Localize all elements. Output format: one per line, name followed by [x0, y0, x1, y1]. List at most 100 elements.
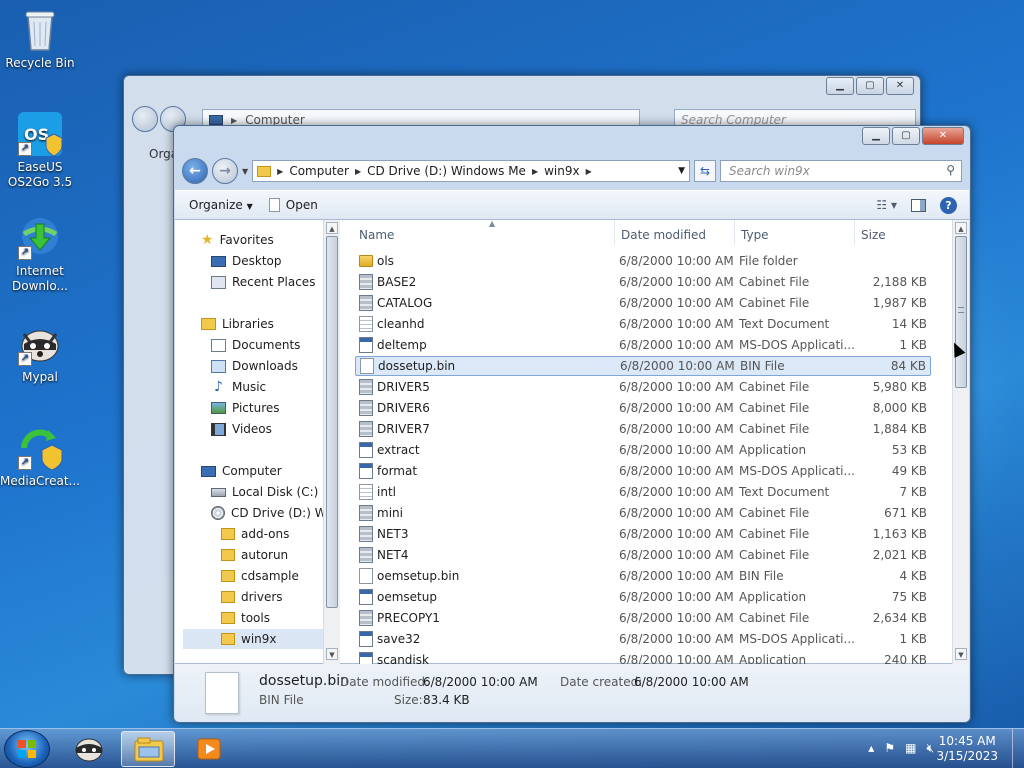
address-bar[interactable]: ▶ Computer ▶ CD Drive (D:) Windows Me ▶ … [252, 160, 690, 182]
open-button[interactable]: Open [268, 198, 318, 212]
file-row[interactable]: format 6/8/2000 10:00 AM MS-DOS Applicati.… [355, 461, 931, 481]
file-row[interactable]: DRIVER6 6/8/2000 10:00 AM Cabinet File 8,00… [355, 398, 931, 418]
address-dropdown-icon[interactable]: ▼ [678, 166, 689, 176]
file-row[interactable]: oemsetup 6/8/2000 10:00 AM Application 75 K… [355, 587, 931, 607]
file-row[interactable]: BASE2 6/8/2000 10:00 AM Cabinet File 2,188 … [355, 272, 931, 292]
clock[interactable]: 10:45 AM 3/15/2023 [936, 734, 998, 764]
file-row[interactable]: save32 6/8/2000 10:00 AM MS-DOS Applicati.… [355, 629, 931, 649]
preview-pane-icon[interactable] [911, 198, 926, 212]
address-segment-cd-drive[interactable]: CD Drive (D:) Windows Me [367, 164, 526, 178]
address-segment-computer[interactable]: Computer [289, 164, 349, 178]
file-row[interactable]: intl 6/8/2000 10:00 AM Text Document 7 KB [355, 482, 931, 502]
back-button[interactable]: ← [182, 158, 208, 184]
minimize-button[interactable]: ▁ [862, 127, 890, 145]
nav-item-folder[interactable]: autorun [221, 545, 288, 565]
column-header-name[interactable]: Name ▲ [353, 219, 615, 244]
maximize-button[interactable]: ▢ [856, 77, 884, 95]
nav-item-recent-places[interactable]: Recent Places [211, 272, 315, 292]
scroll-down-icon[interactable]: ▼ [326, 648, 338, 660]
nav-item-desktop[interactable]: Desktop [211, 251, 282, 271]
help-icon[interactable]: ? [940, 196, 957, 214]
videos-icon [211, 422, 226, 436]
nav-item-computer[interactable]: Computer [201, 461, 282, 481]
file-row[interactable]: deltemp 6/8/2000 10:00 AM MS-DOS Applicati… [355, 335, 931, 355]
scrollbar-thumb[interactable] [326, 236, 338, 608]
file-type: MS-DOS Applicati... [739, 464, 855, 478]
refresh-icon[interactable]: ⇆ [694, 160, 716, 182]
file-row[interactable]: NET3 6/8/2000 10:00 AM Cabinet File 1,163 K… [355, 524, 931, 544]
close-button[interactable]: ✕ [886, 77, 914, 95]
nav-item-documents[interactable]: Documents [211, 335, 300, 355]
action-center-flag-icon[interactable]: ⚑ [884, 741, 895, 756]
file-row[interactable]: ols 6/8/2000 10:00 AM File folder [355, 251, 931, 271]
nav-item-downloads[interactable]: Downloads [211, 356, 298, 376]
file-type: Cabinet File [739, 422, 810, 436]
file-row[interactable]: DRIVER7 6/8/2000 10:00 AM Cabinet File 1,88… [355, 419, 931, 439]
breadcrumb-arrow-icon[interactable]: ▶ [355, 167, 361, 176]
desktop-icon-recycle-bin[interactable]: Recycle Bin [0, 6, 80, 71]
file-row[interactable]: DRIVER5 6/8/2000 10:00 AM Cabinet File 5,98… [355, 377, 931, 397]
navigation-scrollbar[interactable]: ▲ ▼ [323, 220, 340, 664]
breadcrumb-arrow-icon[interactable]: ▶ [277, 167, 283, 176]
taskbar-mypal-button[interactable] [62, 731, 116, 767]
desktop-icon-internet-download-manager[interactable]: ↗ Internet Downlo... [0, 214, 80, 294]
show-hidden-icons-icon[interactable]: ▴ [868, 741, 874, 756]
search-icon[interactable]: ⚲ [946, 163, 955, 177]
desktop-icon-easeus-os2go[interactable]: OS ↗ EaseUS OS2Go 3.5 [0, 110, 80, 190]
file-row[interactable]: cleanhd 6/8/2000 10:00 AM Text Document 14 … [355, 314, 931, 334]
file-list-scrollbar[interactable]: ▲ ▼ [952, 220, 969, 664]
recent-pages-chevron-icon[interactable]: ▼ [242, 167, 248, 176]
forward-button[interactable]: → [212, 158, 238, 184]
taskbar-explorer-button[interactable] [121, 731, 175, 767]
scroll-up-icon[interactable]: ▲ [326, 222, 338, 234]
volume-muted-icon[interactable]: 🔇︎ [926, 741, 934, 756]
file-thumbnail-icon [205, 672, 239, 714]
file-date: 6/8/2000 10:00 AM [619, 401, 734, 415]
nav-item-local-disk[interactable]: Local Disk (C:) [211, 482, 318, 502]
organize-button[interactable]: Organize ▼ [189, 198, 253, 212]
nav-item-pictures[interactable]: Pictures [211, 398, 280, 418]
file-row-selected[interactable]: dossetup.bin 6/8/2000 10:00 AM BIN File 84 … [355, 356, 931, 376]
file-name: DRIVER7 [377, 422, 430, 436]
nav-item-libraries[interactable]: Libraries [201, 314, 274, 334]
file-name: intl [377, 485, 396, 499]
nav-item-music[interactable]: ♪ Music [211, 377, 266, 397]
desktop-icon-mypal[interactable]: ↗ Mypal [0, 320, 80, 385]
scroll-up-icon[interactable]: ▲ [955, 222, 967, 234]
column-header-date[interactable]: Date modified [615, 220, 735, 244]
column-header-type[interactable]: Type [735, 220, 855, 244]
show-desktop-button[interactable] [1012, 729, 1024, 768]
network-icon[interactable]: ▦ [905, 741, 916, 756]
explorer-window-win9x[interactable]: ▁ ▢ ✕ ← → ▼ ▶ Computer ▶ CD Drive (D:) W… [173, 125, 971, 723]
desktop-icon-media-creation-tool[interactable]: ↗ MediaCreat... [0, 424, 80, 489]
address-segment-win9x[interactable]: win9x [544, 164, 580, 178]
breadcrumb-arrow-icon[interactable]: ▶ [532, 167, 538, 176]
file-row[interactable]: NET4 6/8/2000 10:00 AM Cabinet File 2,021 K… [355, 545, 931, 565]
nav-item-folder[interactable]: tools [221, 608, 270, 628]
nav-item-favorites[interactable]: ★ Favorites [201, 230, 274, 250]
scroll-down-icon[interactable]: ▼ [955, 648, 967, 660]
views-icon[interactable]: ☷ ▾ [876, 198, 897, 212]
scrollbar-thumb[interactable] [955, 236, 967, 388]
computer-icon [209, 115, 223, 125]
file-row[interactable]: mini 6/8/2000 10:00 AM Cabinet File 671 KB [355, 503, 931, 523]
file-row[interactable]: PRECOPY1 6/8/2000 10:00 AM Cabinet File 2,6… [355, 608, 931, 628]
minimize-button[interactable]: ▁ [826, 77, 854, 95]
breadcrumb-arrow-icon[interactable]: ▶ [586, 167, 592, 176]
nav-item-videos[interactable]: Videos [211, 419, 272, 439]
search-input[interactable]: Search win9x ⚲ [720, 160, 962, 182]
taskbar-media-player-button[interactable] [182, 731, 236, 767]
close-button[interactable]: ✕ [922, 127, 964, 145]
nav-item-folder[interactable]: cdsample [221, 566, 299, 586]
start-button[interactable] [4, 730, 50, 768]
nav-item-folder-selected[interactable]: win9x [183, 629, 323, 649]
file-row[interactable]: extract 6/8/2000 10:00 AM Application 53 KB [355, 440, 931, 460]
nav-item-folder[interactable]: add-ons [221, 524, 289, 544]
file-row[interactable]: CATALOG 6/8/2000 10:00 AM Cabinet File 1,98… [355, 293, 931, 313]
nav-item-folder[interactable]: drivers [221, 587, 283, 607]
nav-item-cd-drive[interactable]: CD Drive (D:) Wir [211, 503, 323, 523]
column-header-size[interactable]: Size [855, 220, 935, 244]
maximize-button[interactable]: ▢ [892, 127, 920, 145]
file-row[interactable]: oemsetup.bin 6/8/2000 10:00 AM BIN File 4 K… [355, 566, 931, 586]
back-button[interactable] [132, 106, 158, 132]
